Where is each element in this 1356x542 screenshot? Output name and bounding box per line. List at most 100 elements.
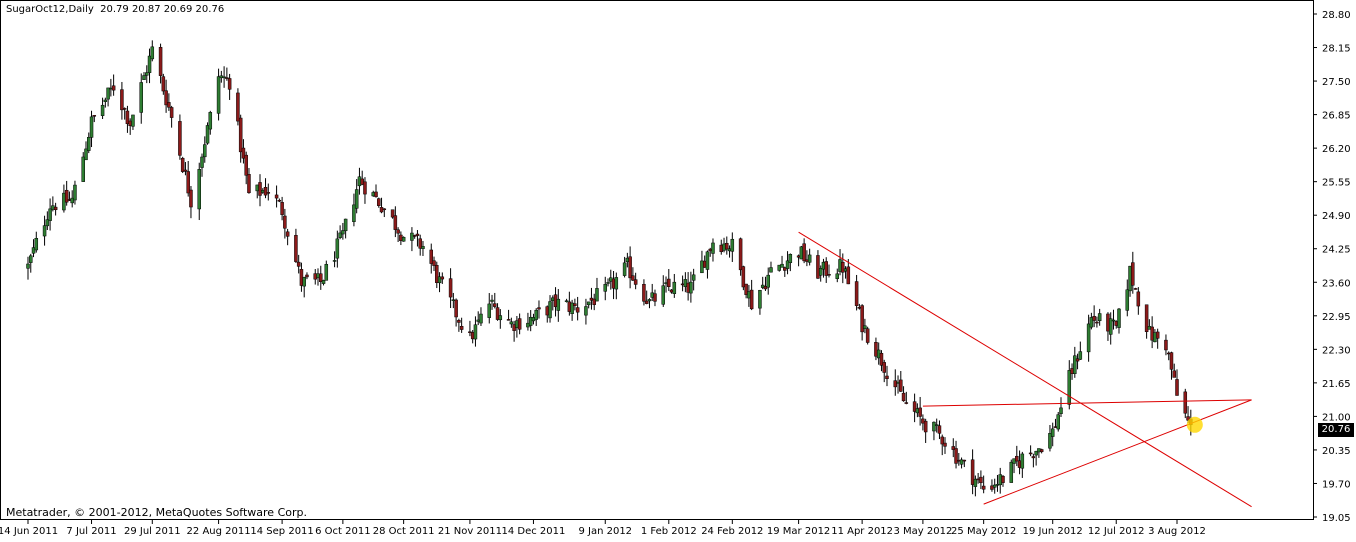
y-tick-label: 22.95: [1322, 312, 1351, 323]
candle-bear: [575, 307, 580, 313]
candle-bear: [363, 181, 367, 195]
candle-bull: [73, 184, 77, 201]
candle-bear: [238, 117, 243, 153]
candle-bear: [263, 187, 268, 196]
candle-bear: [943, 442, 947, 447]
candle-bull: [584, 306, 588, 316]
candle-bear: [633, 279, 638, 285]
candle-bear: [885, 375, 889, 379]
candle-bull: [421, 246, 425, 249]
candle-bull: [332, 260, 337, 262]
candle-bull: [139, 82, 143, 113]
candle-bull: [29, 255, 33, 263]
x-tick-label: 3 May 2012: [893, 526, 952, 537]
candle-bull: [487, 303, 492, 318]
candle-bull: [863, 325, 867, 329]
candle-bull: [1117, 308, 1121, 328]
candle-bear: [432, 260, 436, 266]
y-tick-label: 21.00: [1322, 412, 1351, 423]
y-tick-label: 27.50: [1322, 77, 1351, 88]
candle-bear: [1155, 331, 1160, 339]
candle-bear: [448, 278, 453, 298]
candle-bear: [1131, 262, 1135, 286]
candle-bull: [672, 281, 677, 294]
candle-bear: [1133, 288, 1138, 290]
candle-bear: [440, 276, 445, 280]
candle-bull: [410, 232, 414, 241]
candle-bull: [606, 282, 610, 284]
candle-bear: [493, 303, 497, 307]
candle-bull: [1111, 319, 1116, 322]
candle-bear: [296, 261, 301, 267]
candle-bull: [354, 189, 359, 209]
x-tick-label: 12 Jul 2012: [1088, 526, 1145, 537]
candle-bull: [691, 274, 696, 281]
x-tick-label: 19 Mar 2012: [767, 526, 830, 537]
plot-frame: [0, 0, 1314, 520]
candle-bear: [382, 208, 387, 211]
current-price-badge: 20.76: [1318, 423, 1354, 437]
candle-bear: [247, 174, 251, 194]
chart-header: SugarOct12,Daily 20.79 20.87 20.69 20.76: [6, 4, 224, 15]
candle-bear: [415, 233, 420, 236]
candle-bear: [749, 289, 754, 310]
candle-bear: [454, 299, 458, 318]
candle-bull: [614, 277, 619, 290]
candle-bull: [769, 267, 773, 273]
candle-bear: [854, 281, 859, 306]
y-tick-label: 26.85: [1322, 111, 1351, 122]
candle-bull: [321, 280, 326, 284]
y-tick-label: 24.90: [1322, 211, 1351, 222]
candle-bull: [131, 114, 135, 127]
candle-bull: [208, 112, 213, 130]
y-tick-label: 24.25: [1322, 245, 1351, 256]
candle-bear: [266, 192, 271, 194]
candle-bear: [459, 326, 464, 330]
candle-bear: [918, 407, 922, 417]
candle-bull: [324, 264, 329, 281]
y-tick-label: 20.35: [1322, 446, 1351, 457]
candle-bear: [1039, 449, 1044, 453]
y-tick-label: 23.60: [1322, 278, 1351, 289]
candle-bear: [827, 274, 831, 276]
candle-bear: [236, 92, 240, 122]
candle-bear: [305, 274, 309, 278]
candle-bear: [189, 189, 193, 208]
candle-bull: [1125, 289, 1130, 311]
candle-bear: [169, 107, 174, 118]
current-position-marker: [1186, 416, 1203, 433]
candle-bull: [200, 156, 204, 168]
x-tick-label: 28 Oct 2011: [373, 526, 435, 537]
candle-bear: [374, 191, 378, 198]
candle-bear: [628, 256, 632, 279]
candle-bull: [1050, 428, 1055, 437]
y-tick-label: 19.70: [1322, 479, 1351, 490]
candle-bull: [42, 225, 47, 237]
x-tick-label: 1 Feb 2012: [641, 526, 697, 537]
candle-bull: [401, 236, 406, 242]
candle-bear: [644, 300, 649, 304]
x-tick-label: 3 Aug 2012: [1148, 526, 1206, 537]
candle-bear: [285, 231, 290, 237]
candle-bull: [758, 289, 762, 309]
candle-bear: [802, 243, 806, 262]
candle-bull: [335, 238, 340, 259]
candle-bull: [1020, 453, 1025, 469]
candle-bull: [1086, 323, 1091, 353]
candle-bull: [807, 254, 812, 263]
candle-bull: [343, 218, 348, 232]
candle-bull: [564, 300, 569, 302]
candle-bull: [81, 156, 85, 182]
y-axis: 28.80 28.15 27.50 26.85 26.20 25.55 24.90 24.25…: [1313, 10, 1351, 524]
candle-bear: [258, 182, 262, 196]
candle-bear: [1092, 316, 1096, 321]
candlestick-chart[interactable]: 28.80 28.15 27.50 26.85 26.20 25.55 24.90 24.25…: [0, 0, 1356, 538]
candle-bull: [106, 87, 110, 100]
candle-bear: [573, 303, 577, 306]
candle-bull: [1067, 370, 1072, 405]
candle-bear: [393, 215, 398, 230]
candle-bull: [835, 273, 840, 279]
candle-bear: [1175, 379, 1179, 396]
candle-bear: [277, 199, 282, 202]
candle-bear: [178, 121, 182, 156]
